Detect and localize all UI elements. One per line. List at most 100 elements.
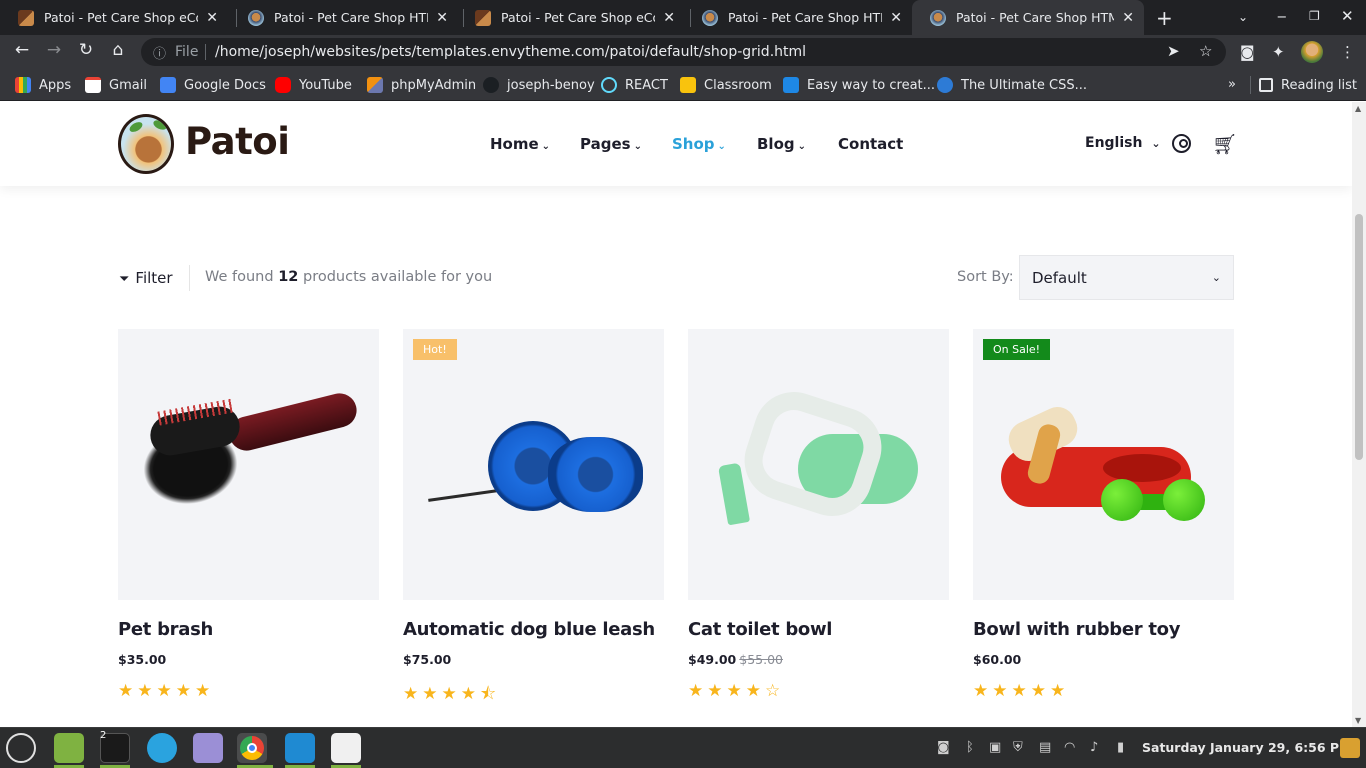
user-account-icon[interactable] xyxy=(1172,134,1191,153)
notes-icon[interactable]: ▤ xyxy=(1039,740,1051,755)
product-card[interactable]: Hot! Automatic dog blue leash $75.00 ★★★… xyxy=(403,329,664,710)
battery-icon[interactable]: ▮ xyxy=(1117,740,1124,755)
bookmark-react[interactable]: REACT xyxy=(601,77,668,93)
nav-pages[interactable]: Pages ⌄ xyxy=(580,135,642,153)
vscode-icon[interactable] xyxy=(285,733,315,763)
minimize-icon[interactable]: ‒ xyxy=(1277,7,1287,25)
telegram-icon[interactable] xyxy=(147,733,177,763)
browser-tab-active[interactable]: Patoi - Pet Care Shop HTML Template ✕ xyxy=(912,0,1144,35)
extensions-icon[interactable]: ✦ xyxy=(1272,43,1285,61)
address-bar[interactable]: ⓘ File /home/joseph/websites/pets/templa… xyxy=(141,38,1226,66)
back-icon[interactable]: ← xyxy=(10,40,34,60)
close-tab-icon[interactable]: ✕ xyxy=(890,10,902,26)
terminal-icon[interactable]: 2 xyxy=(100,730,130,763)
mint-menu-icon[interactable] xyxy=(6,733,36,763)
nav-home[interactable]: Home ⌄ xyxy=(490,135,550,153)
sort-select[interactable]: Default ⌄ xyxy=(1019,255,1234,300)
product-card[interactable]: Cat toilet bowl $49.00 $55.00 ★★★★☆ xyxy=(688,329,949,701)
nav-label: Home xyxy=(490,135,539,153)
shield-icon[interactable]: ⛨ xyxy=(1013,740,1023,755)
text-editor-icon[interactable] xyxy=(193,733,223,763)
product-name[interactable]: Pet brash xyxy=(118,619,379,640)
bookmarks-overflow-icon[interactable]: » xyxy=(1228,77,1236,92)
wifi-icon[interactable]: ◠ xyxy=(1064,740,1075,755)
reload-icon[interactable]: ↻ xyxy=(74,40,98,60)
info-icon[interactable]: ⓘ xyxy=(153,43,166,62)
product-image[interactable]: On Sale! xyxy=(973,329,1234,600)
close-window-icon[interactable]: ✕ xyxy=(1341,7,1354,25)
browser-tab[interactable]: Patoi - Pet Care Shop eCommerce ✕ xyxy=(0,0,228,35)
bookmark-phpmyadmin[interactable]: phpMyAdmin xyxy=(367,77,476,93)
cart-icon[interactable]: 🛒︎ xyxy=(1212,132,1237,156)
bookmark-apps[interactable]: Apps xyxy=(15,77,71,93)
page-scrollbar[interactable]: ▲ ▼ xyxy=(1352,102,1366,727)
bookmark-google-docs[interactable]: Google Docs xyxy=(160,77,266,93)
product-card[interactable]: Pet brash $35.00 ★★★★★ xyxy=(118,329,379,701)
brand-name[interactable]: Patoi xyxy=(185,120,290,163)
bookmark-classroom[interactable]: Classroom xyxy=(680,77,772,93)
product-image[interactable] xyxy=(688,329,949,600)
patoi-logo-icon[interactable] xyxy=(118,114,174,174)
reading-list-icon xyxy=(1259,78,1273,92)
scrollbar-thumb[interactable] xyxy=(1355,214,1363,460)
maximize-icon[interactable]: ❐ xyxy=(1309,9,1320,23)
bookmark-star-icon[interactable]: ☆ xyxy=(1199,42,1212,60)
filter-button[interactable]: ⏷ Filter xyxy=(119,269,173,287)
url-text[interactable]: /home/joseph/websites/pets/templates.env… xyxy=(215,44,806,60)
dog-logo-icon xyxy=(248,9,264,26)
bookmark-label: joseph-benoy xyxy=(507,77,595,93)
product-name[interactable]: Automatic dog blue leash xyxy=(403,619,664,640)
forward-icon[interactable]: → xyxy=(42,40,66,60)
scroll-down-icon[interactable]: ▼ xyxy=(1355,716,1361,725)
camera-icon[interactable]: ◙ xyxy=(1240,43,1255,61)
clipboard-icon[interactable]: ▣ xyxy=(989,740,1001,755)
os-taskbar: 2 ◙ ᛒ ▣ ⛨ ▤ ◠ ♪ ▮ Saturday January 29, 6… xyxy=(0,727,1366,768)
product-card[interactable]: On Sale! Bowl with rubber toy $60.00 ★★★… xyxy=(973,329,1234,701)
sort-label: Sort By: xyxy=(957,269,1014,285)
gmail-icon xyxy=(85,77,101,93)
rating-stars: ★★★★★ xyxy=(118,681,215,701)
bluetooth-icon[interactable]: ᛒ xyxy=(966,740,974,755)
bookmark-label: YouTube xyxy=(299,77,352,93)
close-tab-icon[interactable]: ✕ xyxy=(663,10,675,26)
reading-list[interactable]: Reading list xyxy=(1250,76,1357,94)
bookmark-easy-way[interactable]: Easy way to creat... xyxy=(783,77,935,93)
product-name[interactable]: Cat toilet bowl xyxy=(688,619,949,640)
youtube-icon xyxy=(275,77,291,93)
funnel-icon: ⏷ xyxy=(119,272,130,287)
system-clock[interactable]: Saturday January 29, 6:56 PM xyxy=(1142,740,1352,755)
new-tab-icon[interactable]: + xyxy=(1156,6,1173,30)
user-avatar-icon[interactable] xyxy=(1340,738,1360,758)
close-tab-icon[interactable]: ✕ xyxy=(436,10,448,26)
nav-shop[interactable]: Shop ⌄ xyxy=(672,135,726,153)
tab-search-icon[interactable]: ⌄ xyxy=(1238,10,1248,24)
browser-tab[interactable]: Patoi - Pet Care Shop HTML Template ✕ xyxy=(230,0,458,35)
scroll-up-icon[interactable]: ▲ xyxy=(1355,104,1361,113)
close-tab-icon[interactable]: ✕ xyxy=(206,10,218,26)
nav-label: Pages xyxy=(580,135,631,153)
browser-tab[interactable]: Patoi - Pet Care Shop HTML Template ✕ xyxy=(684,0,912,35)
home-icon[interactable]: ⌂ xyxy=(106,40,130,60)
browser-tab[interactable]: Patoi - Pet Care Shop eCommerce ✕ xyxy=(457,0,685,35)
bookmark-ultimate-css[interactable]: The Ultimate CSS... xyxy=(937,77,1087,93)
nav-blog[interactable]: Blog ⌄ xyxy=(757,135,806,153)
bookmark-youtube[interactable]: YouTube xyxy=(275,77,352,93)
price-current: $49.00 xyxy=(688,652,737,667)
menu-kebab-icon[interactable]: ⋮ xyxy=(1340,43,1355,61)
close-tab-icon[interactable]: ✕ xyxy=(1122,10,1134,26)
language-selector[interactable]: English ⌄ xyxy=(1085,135,1161,151)
chrome-icon[interactable] xyxy=(237,733,267,763)
bookmark-gmail[interactable]: Gmail xyxy=(85,77,147,93)
send-icon[interactable]: ➤ xyxy=(1167,42,1180,60)
files-icon[interactable] xyxy=(54,733,84,763)
profile-avatar[interactable] xyxy=(1301,41,1323,63)
volume-icon[interactable]: ♪ xyxy=(1090,740,1098,755)
product-image[interactable] xyxy=(118,329,379,600)
product-name[interactable]: Bowl with rubber toy xyxy=(973,619,1234,640)
bookmark-github[interactable]: joseph-benoy xyxy=(483,77,595,93)
screenshot-icon[interactable]: ◙ xyxy=(937,740,950,755)
product-image[interactable]: Hot! xyxy=(403,329,664,600)
settings-gear-icon[interactable] xyxy=(331,733,361,763)
lc-icon xyxy=(783,77,799,93)
nav-contact[interactable]: Contact xyxy=(838,135,903,153)
